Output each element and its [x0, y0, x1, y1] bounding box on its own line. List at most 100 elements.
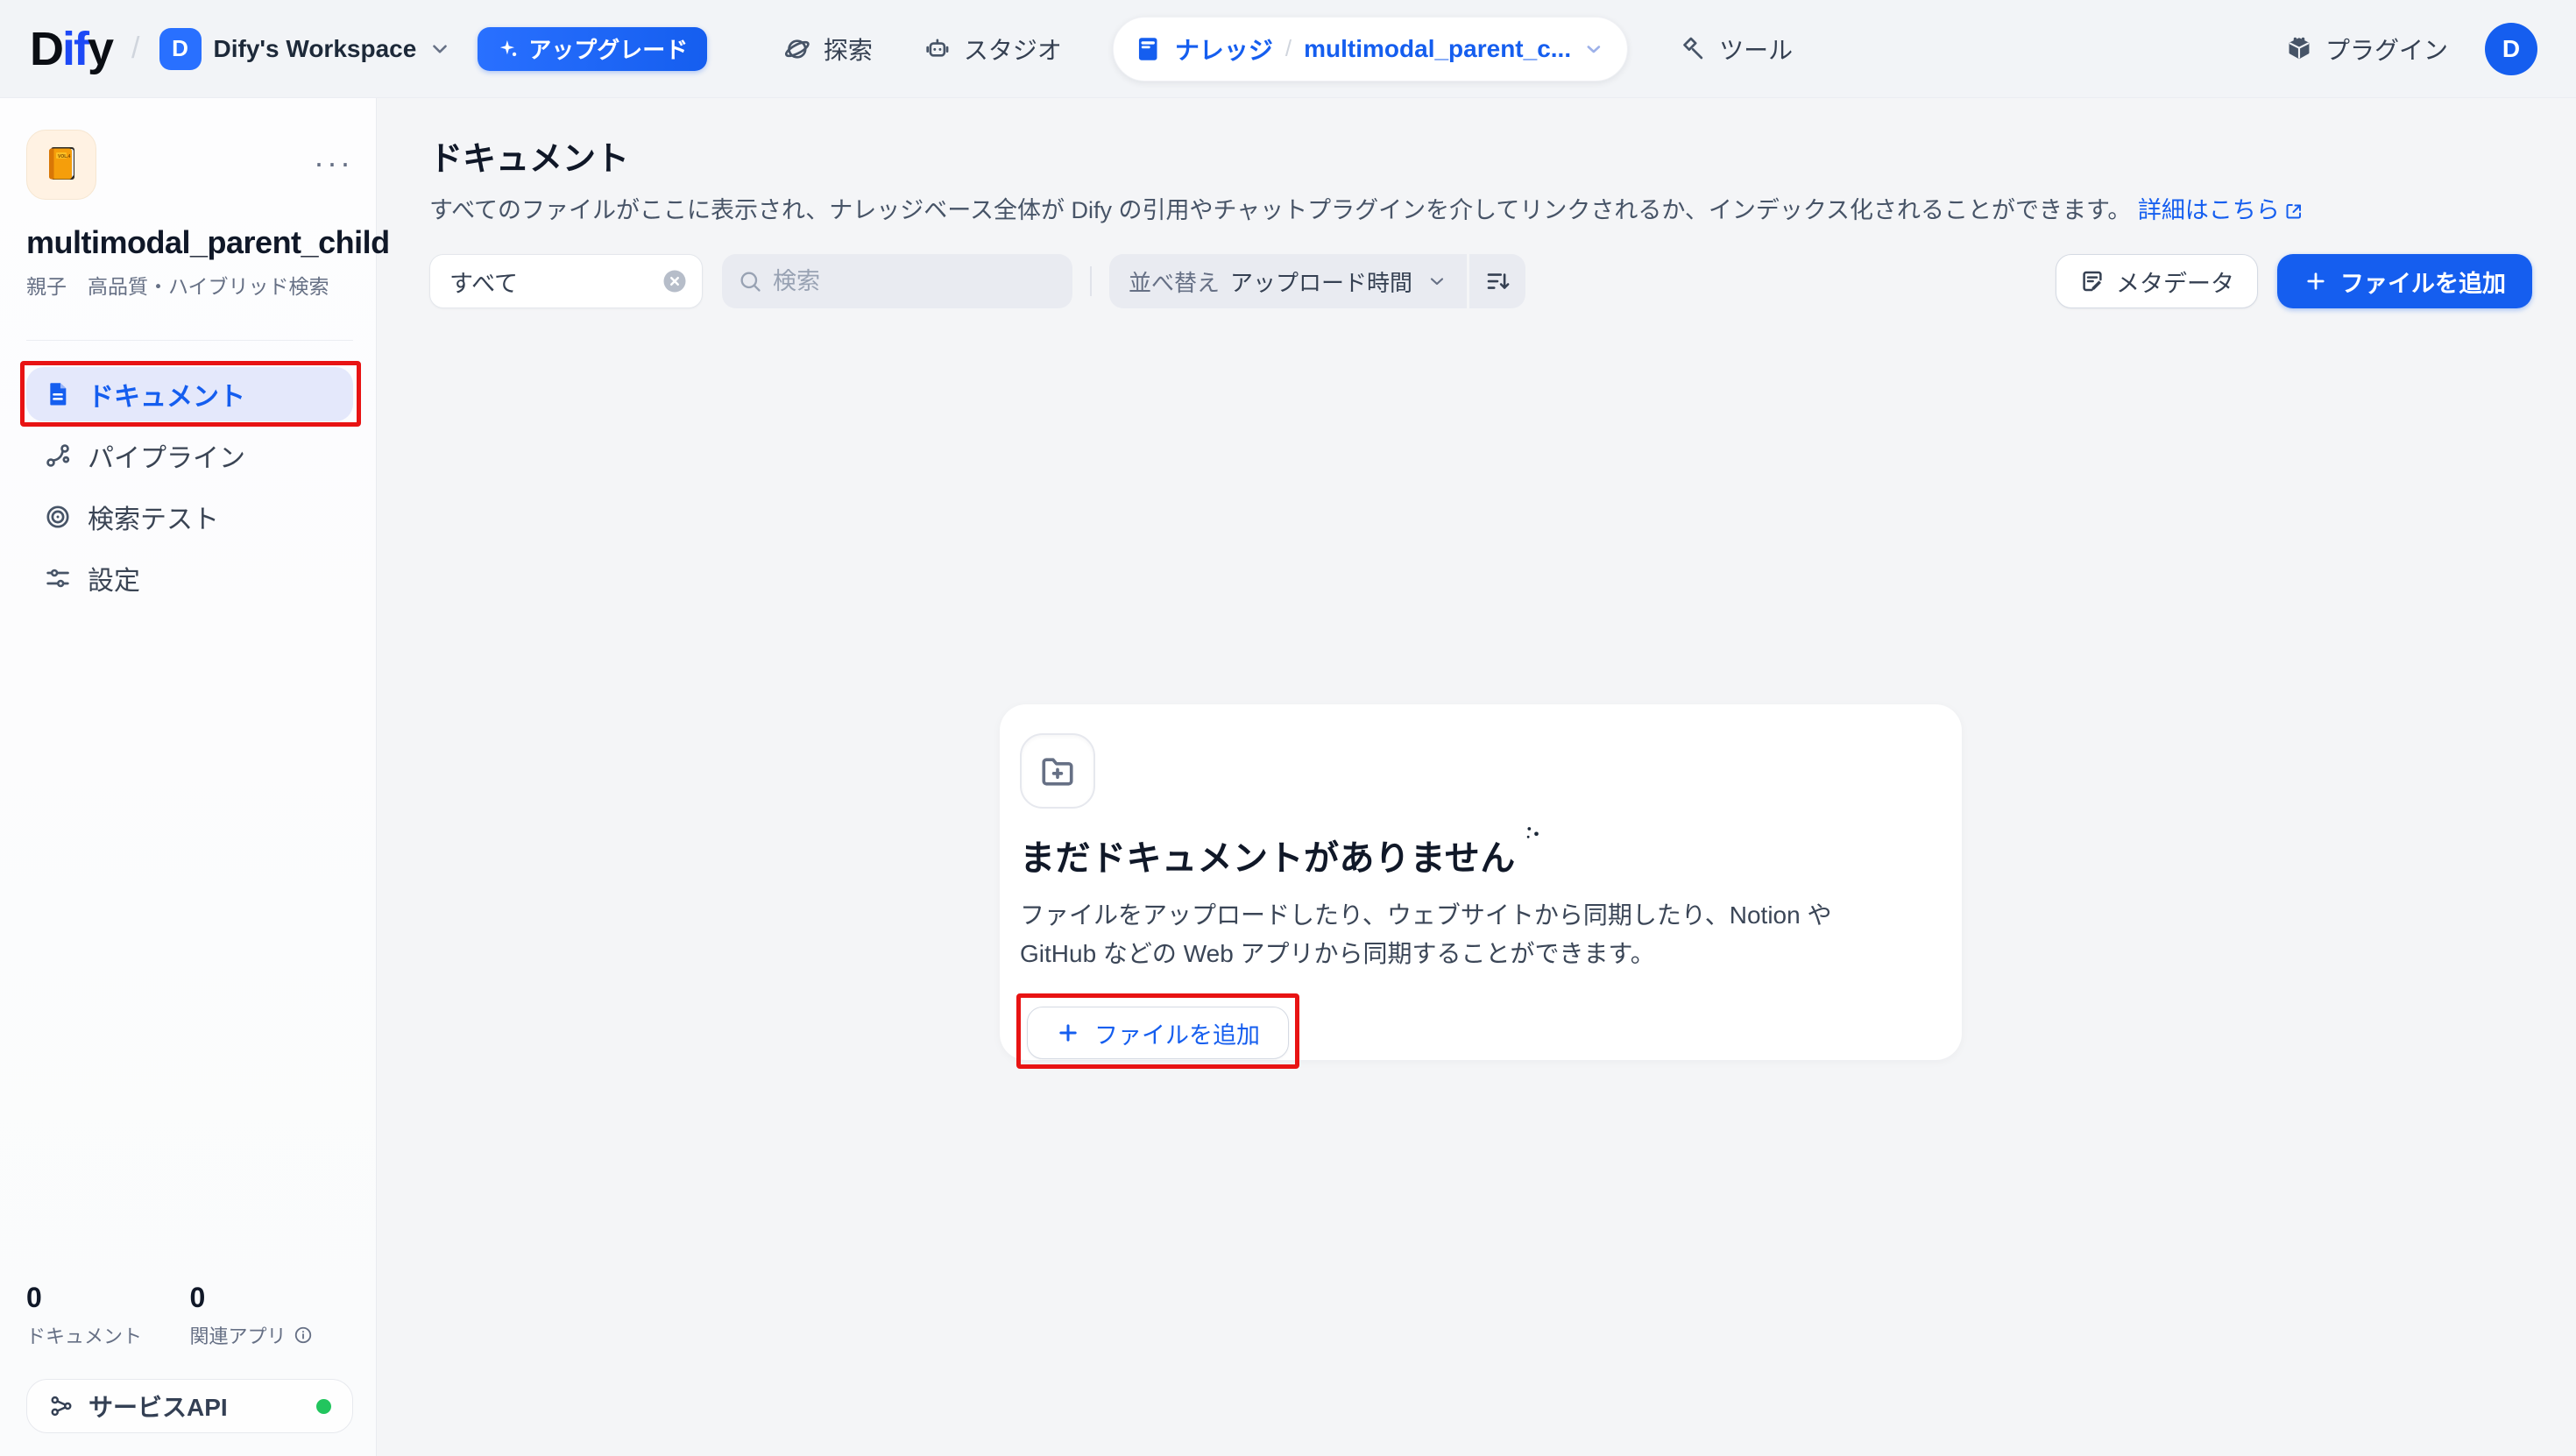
workspace-avatar: D	[159, 28, 202, 70]
kb-header: VOL.4 ···	[26, 130, 353, 200]
empty-state-title: まだドキュメントがありません	[1020, 830, 1516, 880]
nav-label: ツール	[1719, 32, 1793, 67]
stat-documents: 0 ドキュメント	[26, 1282, 190, 1349]
search-icon	[738, 269, 762, 293]
topbar: Dify / D Dify's Workspace アップグレード 探索 スタジ…	[0, 0, 2576, 98]
user-avatar[interactable]: D	[2485, 23, 2537, 75]
nav-label: 探索	[824, 32, 873, 67]
kb-more-button[interactable]: ···	[314, 147, 353, 179]
kb-icon: VOL.4	[26, 130, 96, 200]
filter-toolbar: すべて 並べ替え アップロード時間	[429, 254, 2532, 308]
knowledge-book-icon	[1133, 34, 1163, 64]
stat-value: 0	[26, 1282, 190, 1314]
metadata-button[interactable]: メタデータ	[2056, 254, 2258, 308]
nav-item-plugins[interactable]: プラグイン	[2285, 32, 2448, 67]
sidebar-bottom: 0 ドキュメント 0 関連アプリ サービスAPI	[26, 1282, 353, 1433]
nav-label: プラグイン	[2325, 32, 2448, 67]
kb-sidebar: VOL.4 ··· multimodal_parent_child 親子 高品質…	[0, 98, 377, 1456]
sort-label: 並べ替え	[1129, 265, 1220, 298]
plus-icon	[2304, 269, 2328, 293]
kb-stats: 0 ドキュメント 0 関連アプリ	[26, 1282, 353, 1349]
stat-linked-apps: 0 関連アプリ	[190, 1282, 354, 1349]
breadcrumb-slash: /	[1285, 35, 1292, 62]
sparkle-icon	[497, 38, 520, 60]
sidebar-item-pipeline[interactable]: パイプライン	[26, 428, 353, 483]
logo-letter: if	[62, 23, 88, 75]
empty-add-file-button[interactable]: ファイルを追加	[1027, 1007, 1289, 1059]
sort-value: アップロード時間	[1230, 265, 1412, 298]
upgrade-button[interactable]: アップグレード	[478, 27, 707, 71]
breadcrumb-current-kb[interactable]: multimodal_parent_c...	[1304, 35, 1571, 63]
metadata-edit-icon	[2079, 268, 2105, 294]
sidebar-item-label: 設定	[88, 559, 140, 597]
sort-dropdown[interactable]: 並べ替え アップロード時間	[1109, 254, 1467, 308]
studio-robot-icon	[924, 35, 952, 63]
nav-item-explore[interactable]: 探索	[783, 32, 873, 67]
breadcrumb-knowledge-label[interactable]: ナレッジ	[1175, 32, 1273, 67]
sidebar-nav: ドキュメント パイプライン 検索テスト 設定	[26, 367, 353, 605]
nav-item-tools[interactable]: ツール	[1679, 32, 1793, 67]
sidebar-item-documents-wrap: ドキュメント	[26, 367, 353, 421]
chevron-down-icon[interactable]	[1583, 39, 1604, 60]
kb-title: multimodal_parent_child	[26, 224, 353, 261]
sparkle-dots-icon	[1521, 823, 1546, 847]
plus-icon	[1056, 1021, 1080, 1045]
sliders-icon	[44, 564, 72, 592]
chevron-down-icon	[1426, 271, 1447, 292]
description-text: すべてのファイルがここに表示され、ナレッジベース全体が Dify の引用やチャッ…	[429, 197, 2131, 223]
sidebar-item-retrieval-test[interactable]: 検索テスト	[26, 490, 353, 544]
search-input[interactable]	[773, 268, 1057, 295]
topbar-left: Dify / D Dify's Workspace アップグレード	[30, 25, 707, 73]
sidebar-item-label: パイプライン	[88, 436, 245, 475]
topbar-nav: 探索 スタジオ ナレッジ / multimodal_parent_c... ツー…	[783, 17, 1793, 81]
add-file-button[interactable]: ファイルを追加	[2277, 254, 2532, 308]
stat-label: ドキュメント	[26, 1321, 142, 1349]
nav-label: スタジオ	[964, 32, 1062, 67]
toolbar-divider	[1090, 266, 1092, 296]
sidebar-item-label: ドキュメント	[88, 375, 245, 413]
service-api-label: サービスAPI	[88, 1389, 228, 1424]
documents-main: ドキュメント すべてのファイルがここに表示され、ナレッジベース全体が Dify …	[377, 98, 2576, 1456]
kb-mode-tag: 親子	[26, 270, 67, 300]
target-icon	[44, 503, 72, 531]
folder-plus-icon	[1037, 751, 1078, 791]
clear-filter-icon[interactable]	[662, 268, 688, 294]
learn-more-link[interactable]: 詳細はこちら	[2138, 194, 2304, 228]
folder-icon-box	[1020, 733, 1095, 809]
kb-method-tag: 高品質・ハイブリッド検索	[88, 270, 329, 300]
empty-state-card: まだドキュメントがありません ファイルをアップロードしたり、ウェブサイトから同期…	[1000, 704, 1962, 1060]
dify-logo[interactable]: Dify	[30, 25, 112, 73]
sidebar-item-settings[interactable]: 設定	[26, 551, 353, 605]
page-description: すべてのファイルがここに表示され、ナレッジベース全体が Dify の引用やチャッ…	[429, 194, 2532, 228]
empty-title-row: まだドキュメントがありません	[1020, 830, 1927, 880]
pipeline-icon	[44, 442, 72, 470]
plugins-cube-icon	[2285, 35, 2313, 63]
upgrade-label: アップグレード	[528, 32, 688, 65]
online-status-dot	[316, 1399, 331, 1414]
workspace-selector[interactable]: D Dify's Workspace	[159, 28, 452, 70]
sidebar-item-label: 検索テスト	[88, 498, 219, 536]
sort-group: 並べ替え アップロード時間	[1109, 254, 1525, 308]
info-icon[interactable]	[294, 1325, 313, 1345]
page-title: ドキュメント	[429, 131, 2532, 180]
nav-item-studio[interactable]: スタジオ	[924, 32, 1062, 67]
workspace-name: Dify's Workspace	[214, 35, 417, 63]
sidebar-item-documents[interactable]: ドキュメント	[26, 367, 353, 421]
breadcrumb-knowledge-pill[interactable]: ナレッジ / multimodal_parent_c...	[1113, 17, 1628, 81]
explore-icon	[783, 35, 811, 63]
svg-text:VOL.4: VOL.4	[58, 154, 71, 159]
search-box	[722, 254, 1072, 308]
empty-add-file-wrap: ファイルを追加	[1027, 1007, 1289, 1059]
sidebar-divider	[26, 340, 353, 341]
api-nodes-icon	[48, 1393, 74, 1419]
sort-descending-icon	[1484, 268, 1511, 294]
logo-letter: y	[88, 23, 112, 75]
external-link-icon	[2283, 201, 2304, 222]
document-icon	[44, 380, 72, 408]
logo-letter: D	[30, 23, 62, 75]
service-api-button[interactable]: サービスAPI	[26, 1379, 353, 1433]
scope-filter-dropdown[interactable]: すべて	[429, 254, 703, 308]
scope-filter-value: すべて	[449, 265, 518, 299]
tools-hammer-icon	[1679, 35, 1707, 63]
sort-order-button[interactable]	[1469, 254, 1525, 308]
